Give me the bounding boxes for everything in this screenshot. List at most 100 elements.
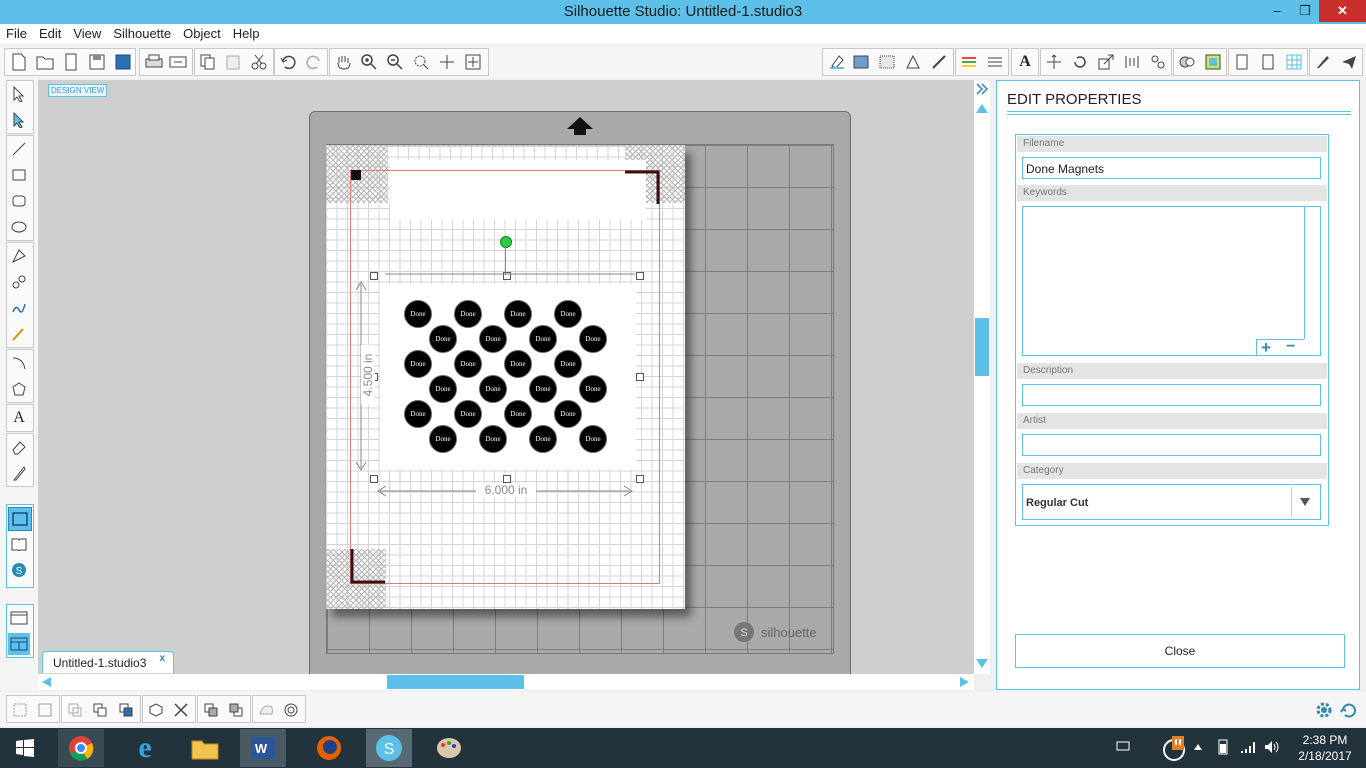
horizontal-scrollbar[interactable] <box>38 674 974 690</box>
regular-polygon-tool-icon[interactable] <box>8 378 30 400</box>
move-page-icon[interactable] <box>435 50 459 74</box>
open-folder-icon[interactable] <box>33 50 57 74</box>
copy-icon[interactable] <box>196 50 220 74</box>
menu-file[interactable]: File <box>0 24 33 44</box>
file-explorer-icon[interactable] <box>182 729 228 767</box>
minimize-button[interactable]: ‒ <box>1262 0 1292 22</box>
add-keyword-button[interactable]: + <box>1261 338 1271 358</box>
menu-object[interactable]: Object <box>177 24 227 44</box>
curve-tool-icon[interactable] <box>8 271 30 293</box>
done-magnet-circle[interactable]: Done <box>404 300 432 328</box>
done-magnet-circle[interactable]: Done <box>479 425 507 453</box>
firefox-icon[interactable] <box>306 729 352 767</box>
internet-explorer-icon[interactable]: e <box>122 729 168 767</box>
horizontal-scroll-thumb[interactable] <box>387 675 524 689</box>
close-tab-icon[interactable]: x <box>159 648 165 670</box>
done-magnet-circle[interactable]: Done <box>429 325 457 353</box>
save-to-library-icon[interactable] <box>111 50 135 74</box>
text-tool-icon[interactable]: A <box>8 407 30 429</box>
close-window-button[interactable]: ✕ <box>1319 0 1366 22</box>
done-magnet-circle[interactable]: Done <box>554 300 582 328</box>
single-view-icon[interactable] <box>8 607 30 629</box>
smooth-freehand-tool-icon[interactable] <box>8 323 30 345</box>
done-magnet-circle[interactable]: Done <box>429 425 457 453</box>
notification-app-icon[interactable] <box>1160 734 1188 765</box>
library-view-icon[interactable] <box>8 533 30 555</box>
scroll-down-icon[interactable] <box>975 658 989 670</box>
start-windows-icon[interactable] <box>2 729 48 767</box>
release-compound-icon[interactable] <box>88 698 112 722</box>
delete-icon[interactable] <box>169 698 193 722</box>
done-magnet-circle[interactable]: Done <box>504 300 532 328</box>
done-magnet-circle[interactable]: Done <box>454 300 482 328</box>
rectangle-tool-icon[interactable] <box>8 164 30 186</box>
keywords-field[interactable] <box>1022 206 1321 356</box>
done-magnet-circle[interactable]: Done <box>429 375 457 403</box>
rounded-rectangle-tool-icon[interactable] <box>8 190 30 212</box>
done-magnet-circle[interactable]: Done <box>504 350 532 378</box>
shape-style-icon[interactable] <box>901 50 925 74</box>
compound-path-icon[interactable] <box>63 698 87 722</box>
paint-icon[interactable] <box>426 729 472 767</box>
chrome-icon[interactable] <box>58 729 104 767</box>
library-icon[interactable] <box>59 50 83 74</box>
line-color-icon[interactable] <box>957 50 981 74</box>
show-hidden-icons-icon[interactable] <box>1193 740 1203 754</box>
zoom-selection-icon[interactable] <box>409 50 433 74</box>
done-magnet-circle[interactable]: Done <box>529 325 557 353</box>
scroll-right-icon[interactable] <box>959 676 971 688</box>
done-magnet-circle[interactable]: Done <box>554 350 582 378</box>
vertical-scroll-thumb[interactable] <box>975 318 989 376</box>
menu-edit[interactable]: Edit <box>33 24 67 44</box>
modify-icon[interactable] <box>1175 50 1199 74</box>
done-magnet-circle[interactable]: Done <box>579 375 607 403</box>
align-icon[interactable] <box>1120 50 1144 74</box>
send-to-back-icon[interactable] <box>224 698 248 722</box>
system-clock[interactable]: 2:38 PM 2/18/2017 <box>1290 732 1360 764</box>
cut-settings-icon[interactable] <box>1311 50 1335 74</box>
fill-gradient-icon[interactable] <box>849 50 873 74</box>
weld-icon[interactable] <box>144 698 168 722</box>
volume-icon[interactable] <box>1264 739 1280 758</box>
chevron-down-icon[interactable] <box>1299 497 1311 507</box>
menu-silhouette[interactable]: Silhouette <box>107 24 177 44</box>
registration-marks-icon[interactable] <box>1256 50 1280 74</box>
replicate-icon[interactable] <box>1146 50 1170 74</box>
text-style-icon[interactable]: A <box>1013 50 1037 74</box>
bring-to-front-icon[interactable] <box>199 698 223 722</box>
wifi-signal-icon[interactable] <box>1240 740 1256 757</box>
done-magnet-circle[interactable]: Done <box>579 325 607 353</box>
scroll-up-icon[interactable] <box>975 102 989 114</box>
menu-help[interactable]: Help <box>227 24 266 44</box>
pan-hand-icon[interactable] <box>331 50 355 74</box>
design-view-tab-icon[interactable] <box>8 507 32 531</box>
eraser-tool-icon[interactable] <box>8 436 30 458</box>
done-magnet-circle[interactable]: Done <box>454 350 482 378</box>
silhouette-studio-taskbar-icon[interactable]: S <box>366 729 412 767</box>
settings-gear-icon[interactable] <box>1312 698 1336 722</box>
offset-rings-icon[interactable] <box>279 698 303 722</box>
edit-points-icon[interactable] <box>8 109 30 131</box>
group-icon[interactable] <box>8 698 32 722</box>
fit-to-page-icon[interactable] <box>461 50 485 74</box>
word-icon[interactable]: W <box>240 729 286 767</box>
battery-icon[interactable] <box>1215 739 1231 758</box>
trace-icon[interactable] <box>254 698 278 722</box>
ungroup-icon[interactable] <box>33 698 57 722</box>
fill-color-icon[interactable] <box>825 50 849 74</box>
keyboard-icon[interactable] <box>1116 740 1130 755</box>
done-magnet-circle[interactable]: Done <box>529 375 557 403</box>
polygon-tool-icon[interactable] <box>8 245 30 267</box>
done-magnet-circle[interactable]: Done <box>579 425 607 453</box>
rotate-icon[interactable] <box>1068 50 1092 74</box>
freehand-tool-icon[interactable] <box>8 297 30 319</box>
magnet-artwork[interactable]: Done Done Done Done Done Done Done Done Done Done… <box>380 284 636 470</box>
ellipse-tool-icon[interactable] <box>8 216 30 238</box>
grid-icon[interactable] <box>1282 50 1306 74</box>
category-dropdown[interactable]: Regular Cut <box>1022 484 1321 520</box>
menu-view[interactable]: View <box>67 24 107 44</box>
artist-field[interactable] <box>1022 434 1321 456</box>
redo-icon[interactable] <box>302 50 326 74</box>
make-compound-icon[interactable] <box>114 698 138 722</box>
done-magnet-circle[interactable]: Done <box>529 425 557 453</box>
